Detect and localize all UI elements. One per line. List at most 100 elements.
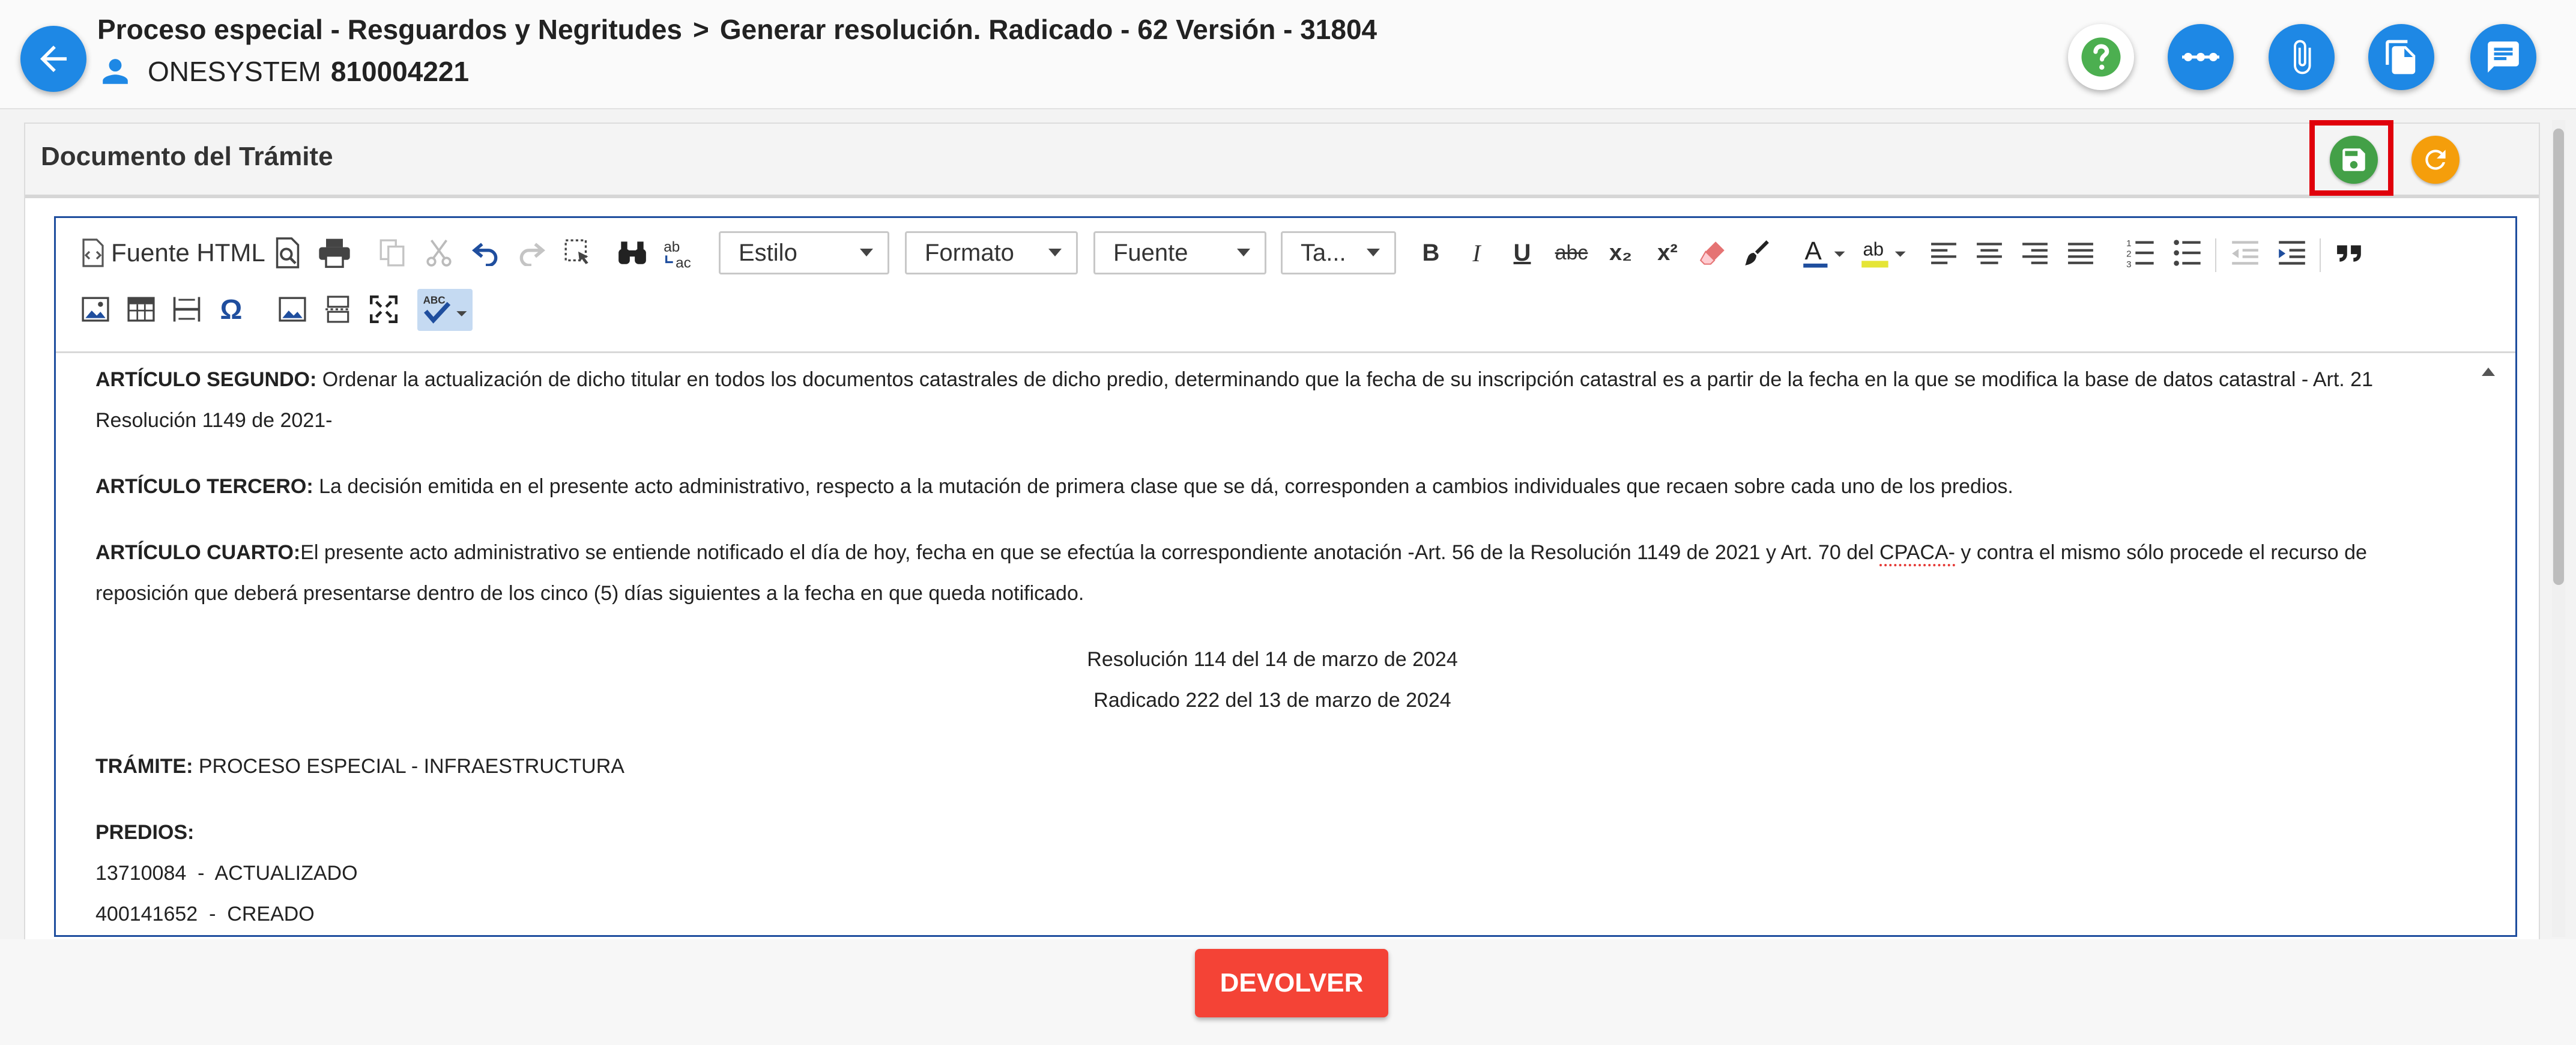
iframe-icon [279, 297, 306, 322]
article-second: ARTÍCULO SEGUNDO: Ordenar la actualizaci… [95, 359, 2449, 441]
align-right-button[interactable] [2017, 235, 2053, 271]
text-color-icon: A [1803, 237, 1845, 268]
panel-title: Documento del Trámite [41, 142, 333, 171]
size-combo[interactable]: Ta... [1281, 231, 1396, 274]
scroll-up-arrow-icon[interactable] [2482, 368, 2495, 376]
bulleted-list-button[interactable] [2169, 235, 2206, 271]
select-all-button[interactable] [560, 235, 596, 271]
numbered-list-button[interactable]: 123 [2123, 235, 2159, 271]
format-combo[interactable]: Formato [905, 231, 1078, 274]
bulleted-list-icon [2174, 240, 2201, 266]
text-color-button[interactable]: A [1801, 235, 1849, 271]
source-html-label: Fuente HTML [111, 238, 265, 267]
justify-button[interactable] [2063, 235, 2099, 271]
breadcrumb: Proceso especial - Resguardos y Negritud… [97, 13, 1377, 46]
subscript-button[interactable]: x₂ [1601, 235, 1640, 271]
paint-brush-icon [1745, 240, 1769, 265]
editor-toolbar: Fuente HTML ab ac Estilo Formato Fuente … [56, 218, 2515, 353]
svg-text:ABC: ABC [423, 294, 446, 306]
redo-icon [519, 243, 545, 266]
outdent-button[interactable] [2227, 235, 2263, 271]
tramite-label: TRÁMITE: [95, 755, 193, 778]
font-combo-value: Fuente [1113, 239, 1188, 266]
preview-button[interactable] [270, 235, 306, 271]
print-icon [319, 238, 350, 268]
more-button[interactable] [2168, 24, 2234, 90]
bold-button[interactable]: B [1414, 235, 1448, 271]
back-button[interactable] [20, 26, 86, 92]
indent-icon [2279, 241, 2305, 265]
article-fourth: ARTÍCULO CUARTO:El presente acto adminis… [95, 532, 2449, 614]
blockquote-button[interactable] [2332, 235, 2368, 271]
svg-text:ab: ab [664, 239, 680, 255]
editor-content[interactable]: ARTÍCULO SEGUNDO: Ordenar la actualizaci… [56, 353, 2515, 939]
article-label: ARTÍCULO TERCERO: [95, 475, 313, 498]
reload-icon [2425, 150, 2446, 170]
undo-icon [472, 243, 498, 266]
superscript-button[interactable]: x² [1648, 235, 1687, 271]
strikethrough-button[interactable]: abc [1550, 235, 1593, 271]
align-left-icon [1931, 243, 1956, 264]
predio-item: 400141652 - CREADO [95, 903, 315, 925]
article-label: ARTÍCULO CUARTO: [95, 541, 301, 564]
return-button[interactable]: DEVOLVER [1195, 949, 1388, 1017]
horizontal-rule-button[interactable] [169, 291, 205, 327]
help-icon [2081, 37, 2121, 77]
maximize-button[interactable] [366, 291, 402, 327]
copy-format-button[interactable] [1738, 235, 1774, 271]
cut-button[interactable] [421, 235, 457, 271]
print-button[interactable] [315, 235, 354, 271]
breadcrumb-task: Generar resolución. Radicado - 62 Versió… [719, 14, 1377, 45]
style-combo-value: Estilo [739, 239, 797, 266]
user-icon [103, 59, 128, 84]
panel-header: Documento del Trámite [25, 120, 2539, 198]
svg-text:ac: ac [676, 255, 691, 269]
find-button[interactable] [614, 235, 650, 271]
redo-button[interactable] [513, 235, 549, 271]
save-button[interactable] [2330, 136, 2378, 184]
italic-button[interactable]: I [1460, 235, 1493, 271]
reload-button[interactable] [2411, 136, 2460, 184]
back-arrow-icon [40, 46, 67, 72]
copy-docs-button[interactable] [2368, 24, 2434, 90]
align-left-button[interactable] [1926, 235, 1962, 271]
spellcheck-button[interactable]: ABC [417, 289, 473, 331]
remove-format-button[interactable] [1695, 235, 1731, 271]
image-button[interactable] [77, 291, 113, 327]
help-button[interactable] [2068, 24, 2134, 90]
replace-button[interactable]: ab ac [660, 235, 702, 271]
justify-icon [2068, 243, 2093, 264]
attachment-button[interactable] [2269, 24, 2335, 90]
attachment-icon [2294, 40, 2311, 74]
comments-icon [2488, 41, 2519, 73]
comments-button[interactable] [2470, 24, 2536, 90]
radicado-line: Radicado 222 del 13 de marzo de 2024 [1093, 689, 1451, 712]
align-center-button[interactable] [1971, 235, 2007, 271]
eraser-icon [1699, 241, 1725, 265]
page-scrollbar-thumb[interactable] [2553, 129, 2564, 585]
bg-color-button[interactable]: ab [1858, 235, 1910, 271]
underline-button[interactable]: U [1505, 235, 1539, 271]
cut-icon [426, 240, 452, 267]
svg-text:2: 2 [2126, 249, 2131, 259]
undo-button[interactable] [468, 235, 504, 271]
copy-button[interactable] [374, 235, 410, 271]
font-combo[interactable]: Fuente [1093, 231, 1266, 274]
quote-icon [2337, 245, 2361, 262]
format-combo-value: Formato [925, 239, 1014, 266]
page-break-button[interactable] [320, 291, 356, 327]
indent-button[interactable] [2274, 235, 2310, 271]
toolbar-divider [2215, 238, 2216, 272]
special-char-button[interactable]: Ω [213, 291, 249, 327]
table-button[interactable] [123, 291, 159, 327]
toolbar-divider [2320, 238, 2321, 272]
article-body: El presente acto administrativo se entie… [300, 541, 1880, 564]
iframe-button[interactable] [274, 291, 310, 327]
user-info: ONESYSTEM 810004221 [100, 55, 469, 88]
breadcrumb-process: Proceso especial - Resguardos y Negritud… [97, 14, 683, 45]
save-icon [2342, 148, 2365, 171]
style-combo[interactable]: Estilo [719, 231, 889, 274]
highlight-color-icon: ab [1861, 238, 1906, 268]
svg-text:3: 3 [2126, 259, 2131, 268]
source-html-button[interactable]: Fuente HTML [80, 231, 265, 274]
